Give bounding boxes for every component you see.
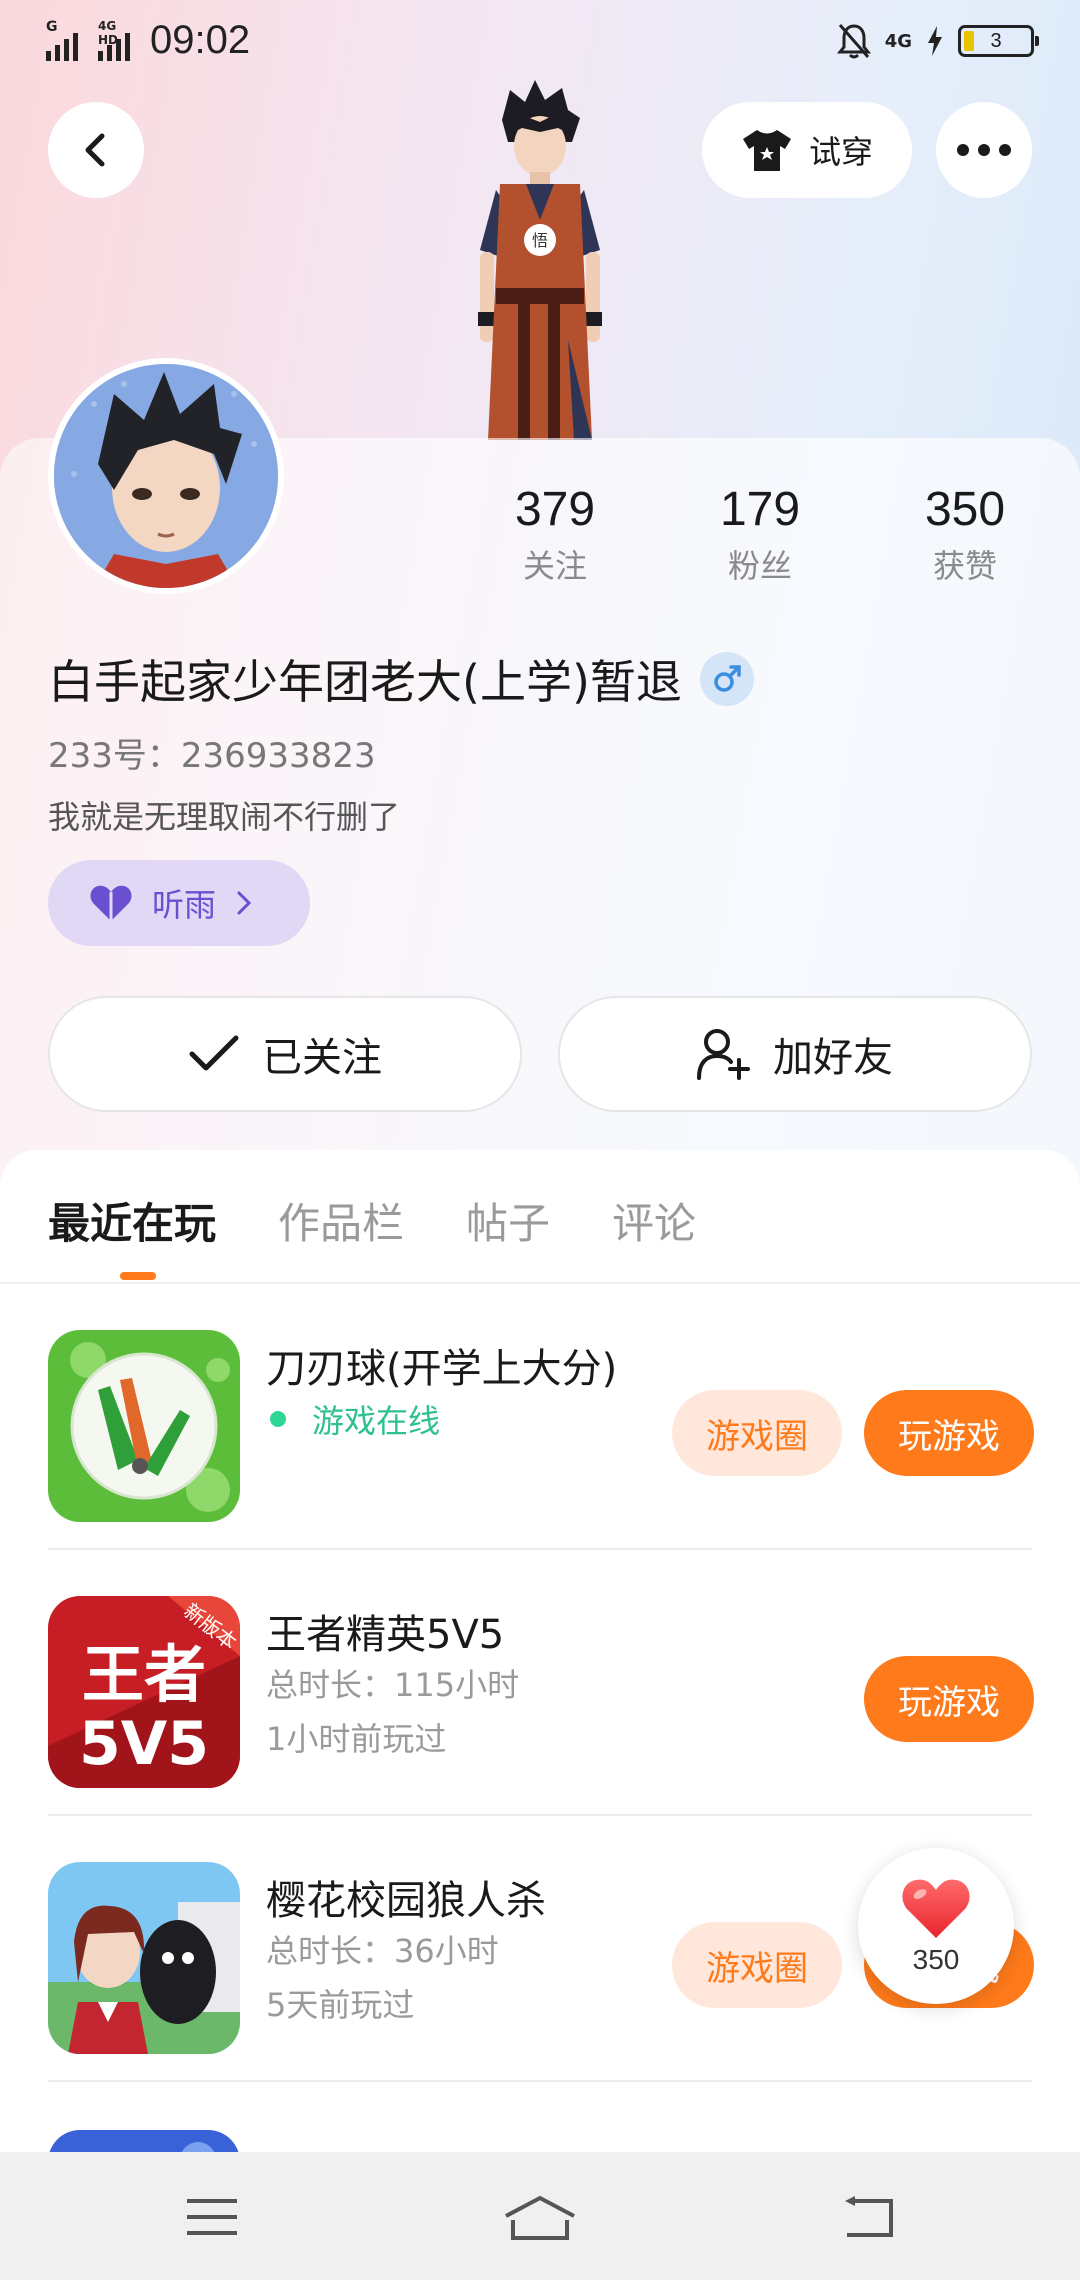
try-on-label: 试穿 [808, 133, 873, 171]
username-text: 白手起家少年团老大(上学)暂退 [48, 655, 682, 709]
signal-icon: G [46, 19, 78, 61]
play-duration: 总时长：115小时 [266, 1666, 520, 1704]
game-circle-button[interactable]: 游戏圈 [672, 1390, 842, 1476]
divider [48, 2080, 1032, 2082]
avatar-image [54, 364, 278, 588]
character-figure[interactable]: 悟 [440, 80, 640, 440]
following-stat[interactable]: 379 关注 [480, 482, 630, 587]
followers-stat[interactable]: 179 粉丝 [685, 482, 835, 587]
game-icon-sakura-werewolf[interactable] [48, 1862, 240, 2054]
chevron-right-icon [237, 891, 252, 915]
tab-indicator [120, 1272, 156, 1280]
male-icon [699, 652, 754, 706]
check-icon [189, 1035, 239, 1071]
profile-stats: 379 关注 179 粉丝 350 获赞 [480, 482, 1040, 587]
last-played: 1小时前玩过 [266, 1720, 447, 1758]
followed-label: 已关注 [262, 1035, 382, 1081]
battery-icon: 3 [958, 25, 1039, 57]
add-friend-label: 加好友 [773, 1035, 893, 1081]
like-count: 350 [912, 1944, 960, 1975]
username: 白手起家少年团老大(上学)暂退 [48, 646, 754, 712]
game-name: 王者精英5V5 [266, 1612, 505, 1658]
last-played: 5天前玩过 [266, 1986, 415, 2024]
following-label: 关注 [522, 547, 587, 585]
followers-label: 粉丝 [727, 547, 792, 585]
list-item[interactable]: 刀刃球(开学上大分) 游戏在线 游戏圈 玩游戏 [48, 1284, 1034, 1550]
back-nav-button[interactable] [828, 2182, 908, 2252]
signal-icon-2: 4G HD [98, 19, 130, 61]
charging-icon [928, 26, 942, 56]
tag-label: 听雨 [152, 886, 217, 924]
home-nav-button[interactable] [500, 2182, 580, 2252]
svg-text:悟: 悟 [532, 231, 548, 250]
tab-recently-played[interactable]: 最近在玩 [48, 1190, 216, 1251]
add-friend-button[interactable]: 加好友 [558, 996, 1032, 1112]
chevron-left-icon [85, 133, 105, 167]
tab-posts[interactable]: 帖子 [466, 1190, 550, 1251]
home-icon [505, 2196, 575, 2240]
game-icon-blade-ball[interactable] [48, 1330, 240, 1522]
followed-button[interactable]: 已关注 [48, 996, 522, 1112]
play-duration: 总时长：36小时 [266, 1932, 499, 1970]
online-status-text: 游戏在线 [312, 1402, 441, 1440]
online-dot-icon [270, 1411, 286, 1427]
heart-icon [90, 885, 132, 921]
status-bar: G 4G HD 09:02 4G 3 [0, 0, 1080, 84]
svg-text:王者: 王者 [82, 1638, 206, 1711]
likes-label: 获赞 [932, 547, 997, 585]
play-game-button[interactable]: 玩游戏 [864, 1656, 1034, 1742]
bio: 我就是无理取闹不行删了 [48, 798, 401, 836]
try-on-button[interactable]: 试穿 [702, 102, 912, 198]
play-game-button[interactable]: 玩游戏 [864, 1390, 1034, 1476]
menu-nav-button[interactable] [172, 2182, 252, 2252]
avatar[interactable] [48, 358, 284, 594]
back-button[interactable] [48, 102, 144, 198]
online-status: 游戏在线 [266, 1396, 440, 1442]
svg-text:5V5: 5V5 [79, 1709, 209, 1779]
system-nav-bar [0, 2152, 1080, 2280]
list-item[interactable]: 新版本 王者 5V5 王者精英5V5 总时长：115小时 1小时前玩过 玩游戏 [48, 1550, 1034, 1816]
tab-works[interactable]: 作品栏 [278, 1190, 404, 1251]
game-icon-king-elite[interactable]: 新版本 王者 5V5 [48, 1596, 240, 1788]
following-count: 379 [514, 483, 596, 536]
tshirt-icon [742, 130, 791, 171]
return-icon [845, 2196, 893, 2237]
followers-count: 179 [719, 483, 801, 536]
tab-bar: 最近在玩 作品栏 帖子 评论 [48, 1190, 696, 1251]
game-circle-button[interactable]: 游戏圈 [672, 1922, 842, 2008]
more-options-button[interactable] [936, 102, 1032, 198]
likes-count: 350 [924, 483, 1006, 536]
network-label: 4G [884, 30, 912, 52]
add-user-icon [697, 1029, 750, 1080]
tab-comments[interactable]: 评论 [612, 1190, 696, 1251]
user-id: 233号：236933823 [48, 736, 376, 776]
clock: 09:02 [150, 18, 251, 62]
like-button[interactable]: 350 [858, 1848, 1014, 2004]
heart-icon [902, 1879, 970, 1938]
heart-tag-pill[interactable]: 听雨 [48, 860, 310, 946]
menu-icon [187, 2199, 237, 2235]
more-dots-icon [957, 144, 1011, 156]
mute-bell-icon [836, 24, 871, 59]
likes-stat[interactable]: 350 获赞 [890, 482, 1040, 587]
game-name: 樱花校园狼人杀 [266, 1878, 546, 1924]
game-name: 刀刃球(开学上大分) [266, 1346, 618, 1392]
